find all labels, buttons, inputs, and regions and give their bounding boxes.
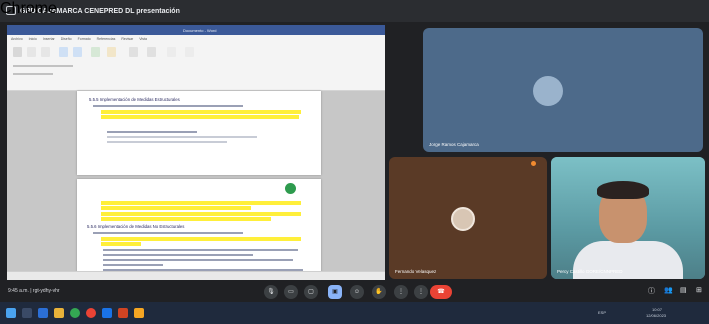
text-line — [93, 232, 243, 234]
section-heading: 5.5.6 Implementación de Medidas No Estru… — [87, 224, 185, 229]
ribbon-tab[interactable]: Insertar — [43, 37, 55, 41]
more-icon[interactable]: ⋮ — [414, 285, 428, 299]
picture-icon[interactable] — [147, 47, 156, 57]
paragraph-icon[interactable] — [73, 47, 82, 57]
powerpoint-icon[interactable] — [118, 308, 128, 318]
text-line — [103, 249, 298, 251]
shapes-icon[interactable] — [167, 47, 176, 57]
ribbon-tab[interactable]: Revisar — [121, 37, 133, 41]
more-options-icon[interactable]: ⋮ — [394, 285, 408, 299]
ribbon-group-line — [13, 73, 53, 75]
end-call-button[interactable]: ☎ — [430, 285, 452, 299]
align-icon[interactable] — [107, 47, 116, 57]
highlight — [101, 201, 301, 205]
search-icon[interactable] — [22, 308, 32, 318]
cut-icon[interactable] — [27, 47, 36, 57]
raise-hand-icon[interactable]: ✋ — [372, 285, 386, 299]
camera-icon[interactable]: ▭ — [284, 285, 298, 299]
meeting-info: 9:45 a.m. | rgt-ydhy-vhr — [8, 288, 60, 294]
tray-date[interactable]: 12/06/2023 — [646, 313, 666, 318]
browser-icon[interactable] — [86, 308, 96, 318]
text-line — [103, 264, 163, 266]
word-ribbon: Archivo Inicio Insertar Diseño Formato R… — [7, 35, 385, 91]
word-titlebar: Documento - Word — [7, 25, 385, 35]
app-icon[interactable] — [134, 308, 144, 318]
info-icon[interactable]: ⓘ — [648, 286, 655, 296]
speaking-indicator-icon — [531, 161, 536, 166]
activities-icon[interactable]: ⊞ — [696, 286, 702, 294]
participant-tile[interactable]: Jorge Ramos Cajamarca — [423, 28, 703, 152]
ribbon-tab[interactable]: Diseño — [61, 37, 72, 41]
window-titlebar: GRD CAJAMARCA CENEPRED DL presentación — [0, 0, 709, 22]
word-title: Documento - Word — [183, 28, 217, 33]
emoji-icon[interactable]: ☺ — [350, 285, 364, 299]
word-statusbar — [7, 271, 385, 280]
tray-language[interactable]: ESP — [598, 310, 606, 315]
styles-icon[interactable] — [91, 47, 100, 57]
file-explorer-icon[interactable] — [54, 308, 64, 318]
account-badge[interactable]: Chrome — [0, 0, 57, 18]
text-line — [103, 259, 293, 261]
paste-icon[interactable] — [13, 47, 22, 57]
document-page: 5.5.5 Implementación de Medidas Estructu… — [77, 91, 321, 175]
chat-icon[interactable]: ▤ — [680, 286, 687, 294]
highlight — [101, 212, 301, 216]
video-person-hair — [597, 181, 649, 199]
ribbon-tab[interactable]: Referencias — [97, 37, 116, 41]
ribbon-tab[interactable]: Formato — [78, 37, 91, 41]
start-icon[interactable] — [6, 308, 16, 318]
people-icon[interactable]: 👥 — [664, 286, 673, 294]
highlight — [101, 206, 251, 210]
table-icon[interactable] — [129, 47, 138, 57]
text-line — [93, 105, 243, 107]
chrome-icon[interactable] — [70, 308, 80, 318]
participant-tile[interactable]: Fernando Velasquez — [389, 157, 547, 279]
institution-logo-icon — [285, 183, 296, 194]
ribbon-tab[interactable]: Vista — [139, 37, 147, 41]
present-icon[interactable]: ▣ — [328, 285, 342, 299]
avatar — [533, 76, 563, 106]
taskbar: ESP 10:07 12/06/2023 — [0, 302, 709, 324]
captions-icon[interactable]: ▢ — [304, 285, 318, 299]
participant-name: Percy Castillo GORE/CNNPRED — [557, 269, 623, 274]
text-line — [107, 141, 227, 143]
document-area: 5.5.5 Implementación de Medidas Estructu… — [7, 91, 385, 280]
highlight — [101, 217, 271, 221]
font-icon[interactable] — [59, 47, 68, 57]
participant-video[interactable]: Percy Castillo GORE/CNNPRED — [551, 157, 705, 279]
highlight — [101, 110, 301, 114]
ribbon-tabs: Archivo Inicio Insertar Diseño Formato R… — [11, 37, 147, 41]
highlight — [101, 115, 299, 119]
participant-name: Jorge Ramos Cajamarca — [429, 142, 479, 147]
text-line — [103, 254, 253, 256]
highlight — [101, 237, 301, 241]
document-page: 5.5.6 Implementación de Medidas No Estru… — [77, 179, 321, 280]
mic-icon[interactable]: 🎙 — [264, 285, 278, 299]
section-heading: 5.5.5 Implementación de Medidas Estructu… — [89, 97, 180, 102]
ribbon-tab[interactable]: Inicio — [29, 37, 37, 41]
text-line — [107, 136, 257, 138]
shared-screen: Documento - Word Archivo Inicio Insertar… — [7, 25, 385, 280]
format-icon[interactable] — [41, 47, 50, 57]
highlight — [101, 242, 141, 246]
taskview-icon[interactable] — [38, 308, 48, 318]
avatar — [451, 207, 475, 231]
ribbon-tab[interactable]: Archivo — [11, 37, 23, 41]
text-line — [107, 131, 197, 133]
tray-time[interactable]: 10:07 — [652, 307, 662, 312]
participant-name: Fernando Velasquez — [395, 269, 437, 274]
ribbon-group-line — [13, 65, 73, 67]
find-icon[interactable] — [185, 47, 194, 57]
word-icon[interactable] — [102, 308, 112, 318]
meeting-controls: 9:45 a.m. | rgt-ydhy-vhr 🎙 ▭ ▢ ▣ ☺ ✋ ⋮ ⋮… — [0, 282, 709, 302]
